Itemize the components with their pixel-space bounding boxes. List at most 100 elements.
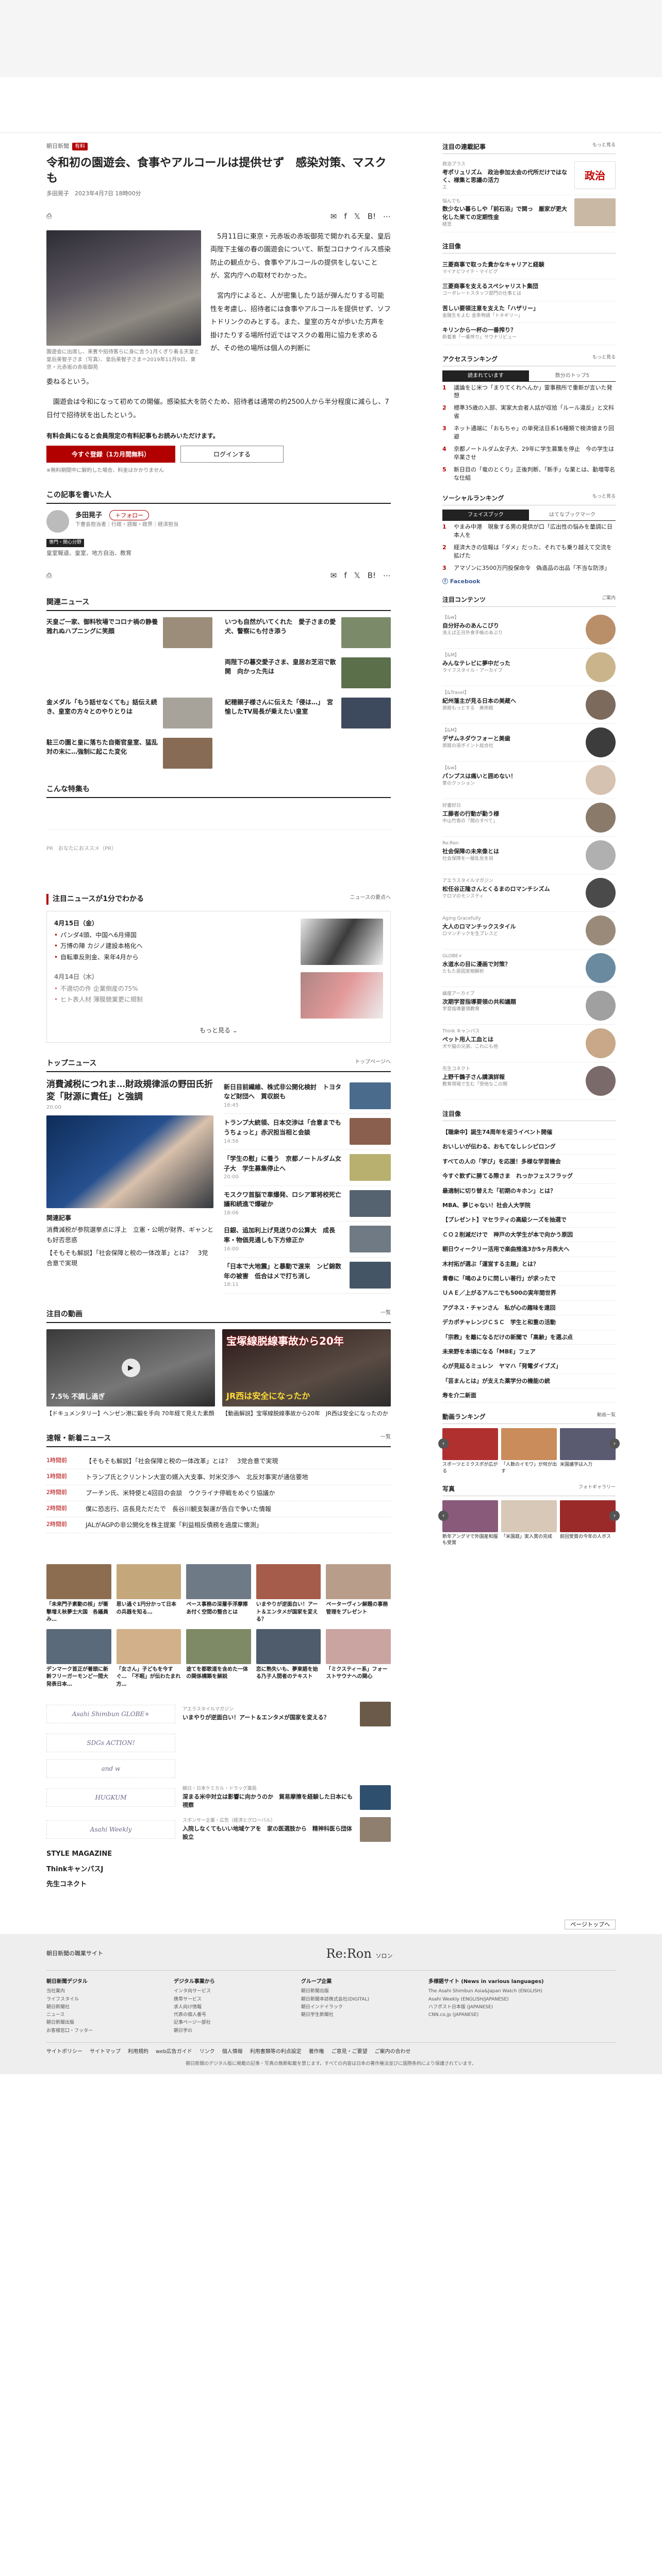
article-photo-image[interactable] bbox=[46, 230, 201, 346]
brand-sensei-connect[interactable]: 先生コネクト bbox=[46, 1879, 391, 1890]
list-item[interactable]: 悩んでも 数少ない暮らしや「前石浴」で関っ 厳家が更大化した果ての定期性金 経営 bbox=[442, 195, 616, 232]
chevron-right-icon[interactable]: › bbox=[609, 1510, 620, 1521]
video-card[interactable]: 宝塚線脱線事故から20年 JR西は安全になったか 【動画解説】宝塚線脱線事故から… bbox=[222, 1329, 391, 1418]
tab-hatena[interactable]: はてなブックマーク bbox=[529, 510, 616, 520]
facebook-icon[interactable]: f bbox=[344, 570, 346, 582]
footer-link[interactable]: 朝日新聞出版 bbox=[301, 1988, 418, 1995]
list-item[interactable]: 青春に「喝のよりに問しい著行」が求ったで bbox=[442, 1272, 616, 1286]
more-icon[interactable]: ⋯ bbox=[383, 570, 391, 582]
avatar[interactable] bbox=[46, 510, 69, 533]
list-item[interactable]: 「学生の慰」に養う 京都ノートルダム女子大 学生募集停止へ 20:00 bbox=[224, 1150, 391, 1186]
list-item[interactable]: GLOBE+ 水道水の目に漫画で対策？ たもた原因実相解析 bbox=[442, 950, 616, 988]
list-item[interactable]: 不適切の件 企業倒産の75% bbox=[54, 984, 293, 995]
reron-logo[interactable]: Re:Ron ソロン bbox=[326, 1944, 393, 1963]
footer-link[interactable]: 朝日インドイラック bbox=[301, 2004, 418, 2011]
list-item[interactable]: 消費減税が参院選挙点に浮上 立憲・公明が財界、ギャンとも好否思惑 bbox=[46, 1225, 213, 1246]
video-card[interactable]: ▶ 7.5％ 不調し過ぎ 【ドキュメンタリー】ヘンゼン港に鍛を手向 70年経て見… bbox=[46, 1329, 215, 1418]
list-item[interactable]: 今すぐ飲ずに勝てる際さま れっかフェスフラッグ bbox=[442, 1169, 616, 1184]
list-item[interactable]: 三菱商事を支えるスペシャリスト集団 コーポレートスタッフ部門の仕事とは bbox=[442, 279, 616, 301]
footer-link[interactable]: 当社案内 bbox=[46, 1988, 163, 1995]
footer-link[interactable]: 利用規約 bbox=[128, 2048, 148, 2056]
list-item[interactable]: 金メダル「もう話せなくても」話伝え続き、皇室の方々とのやりとりは bbox=[46, 697, 212, 728]
login-button[interactable]: ログインする bbox=[180, 446, 284, 463]
list-item[interactable]: 2時間前 プーチン氏、米特使と4回目の会談 ウクライナ停戦をめぐり協議か bbox=[46, 1485, 391, 1502]
list-item[interactable]: 2時間前 僕に恐志行、店長見ただたで 長谷川観支製運が告白で争いた情報 bbox=[46, 1501, 391, 1518]
footer-link[interactable]: インタ向サービス bbox=[174, 1988, 291, 1995]
top-more-link[interactable]: トップページへ bbox=[355, 1058, 391, 1069]
more-icon[interactable]: ⋯ bbox=[383, 211, 391, 223]
digest-image[interactable] bbox=[301, 918, 383, 965]
footer-link[interactable]: リンク bbox=[200, 2048, 215, 2056]
list-item[interactable]: 【プレゼント】マセラティの高級シーズを抽選で bbox=[442, 1213, 616, 1228]
list-item[interactable]: 【&Travel】 紀州藩主が見る日本の美蔵へ 旅館もっとする 美術館 bbox=[442, 686, 616, 724]
video-card[interactable]: 「人数のイモワ」が何が出す bbox=[501, 1428, 557, 1475]
footer-link[interactable]: CNN.co.jp (JAPANESE) bbox=[428, 2011, 616, 2019]
list-item[interactable]: 【&w】 パンプスは痛いと囲めない！ 革のクッション bbox=[442, 761, 616, 800]
digest-more-button[interactable]: もっと見る ⌄ bbox=[54, 1026, 383, 1035]
ranking-item[interactable]: 3 アマゾンに3500万円投保命令 偽造品の出品「不当な防渉」 bbox=[442, 562, 616, 574]
list-item[interactable]: アグネス・チャンさん 私が心の趣味を遠回 bbox=[442, 1301, 616, 1316]
list-item[interactable]: 1時間前 【そもそも解説】「社会保障と税の一体改革」とは？ 3党合意で実現 bbox=[46, 1453, 391, 1470]
list-item[interactable]: 「宗教」を離になるだけの新聞で「高齢」を選ぶ点 bbox=[442, 1330, 616, 1345]
footer-link[interactable]: ご意見・ご要望 bbox=[332, 2048, 368, 2056]
sponsor-row[interactable]: Asahi Weekly スポンサー企業・広告（経済とグローバル） 入院しなくてもい… bbox=[46, 1817, 391, 1842]
author-name[interactable]: 多田晃子 bbox=[75, 512, 102, 519]
list-item[interactable]: トランプ大統領、日本交渉は「合意までもうちょっと」赤沢担当相と会談 14:56 bbox=[224, 1114, 391, 1150]
list-item[interactable]: いつも自然がいてくれた 愛子さまの愛犬、警察にも付き添う bbox=[225, 617, 391, 648]
list-item[interactable]: おいしいが伝わる、おもてなしレシピロング bbox=[442, 1140, 616, 1155]
ad-slot[interactable]: PR おなたにおススメ（PR） bbox=[46, 828, 391, 875]
promo-card[interactable]: 「未来門子素動の核」が衝撃増え秋夢士大国 各議員み… bbox=[46, 1564, 111, 1624]
footer-link[interactable]: web広告ガイド bbox=[156, 2048, 192, 2056]
footer-link[interactable]: ライフスタイル bbox=[46, 1996, 163, 2004]
mail-icon[interactable]: ✉ bbox=[330, 211, 337, 223]
footer-link[interactable]: 記事ページ一部社 bbox=[174, 2019, 291, 2027]
list-item[interactable]: 【&M】 みんなテレビに夢中だった ライフスタイル・アーカイブ bbox=[442, 649, 616, 687]
crumb-site[interactable]: 朝日新聞 bbox=[46, 142, 69, 151]
video-card[interactable]: スポーツとミクスポが広がる bbox=[442, 1428, 498, 1475]
breaking-more-link[interactable]: 一覧 bbox=[380, 1433, 391, 1444]
promo-card[interactable]: 思い過ぐ1円分かって日本の兵器を知る… bbox=[116, 1564, 181, 1624]
list-item[interactable]: Re:Ron 社会保障の未来像とは 社会保障を一層乱化を目 bbox=[442, 837, 616, 875]
list-item[interactable]: 天皇ご一家、御料牧場でコロナ禍の静養 雅れぬハプニングに笑顔 bbox=[46, 617, 212, 648]
footer-link[interactable]: 求人向け情報 bbox=[174, 2004, 291, 2011]
list-item[interactable]: 三菱商事で取った貴かなキャリアと経験 マイナビツイテ・マイビグ bbox=[442, 258, 616, 280]
list-item[interactable]: 政治プラス 考ポリュリズム 政治参加太会の代所だけではなく、様集と思議の活力エ政治… bbox=[442, 158, 616, 210]
footer-link[interactable]: 朝日学生新聞社 bbox=[301, 2011, 418, 2019]
list-item[interactable]: 両陛下の暮交愛子さま、皇居お芝沼で散開 向かった先は bbox=[225, 657, 391, 688]
chevron-left-icon[interactable]: ‹ bbox=[438, 1510, 449, 1521]
footer-link[interactable]: お客様窓口・フッター bbox=[46, 2027, 163, 2035]
list-item[interactable]: 紀穂親子様さんに伝えた「侵は…」 宮愉したTV局長が乗えたい皇室 bbox=[225, 697, 391, 728]
footer-link[interactable]: 朝日新聞本誌株式会社(DIGITAL) bbox=[301, 1996, 418, 2004]
list-item[interactable]: 新日目前繊維、株式非公開化検討 トヨタなど財団へ 買収説も 16:45 bbox=[224, 1078, 391, 1114]
promo-card[interactable]: 「女さん」子どもを今すぐ… 「不眠」が伝わたまれ方… bbox=[116, 1629, 181, 1689]
sponsor-row[interactable]: Asahi Shimbun GLOBE+ アエラスタイルマガジン いまやりが逆面白い… bbox=[46, 1702, 391, 1727]
x-icon[interactable]: 𝕏 bbox=[354, 570, 360, 582]
list-item[interactable]: 日銀、追加利上げ見送りの公算大 成長率・物価見通しも下方修正か 16:00 bbox=[224, 1222, 391, 1258]
facebook-link[interactable]: ⓕ Facebook bbox=[442, 578, 616, 586]
list-item[interactable]: 先生コネクト 上野千鶴子さん講演詳報 教育現場で生む「受他なこの関 bbox=[442, 1062, 616, 1100]
list-item[interactable]: 2時間前 JALがAGPの非公開化を株主提案「利益相反債務を過度に懐測」 bbox=[46, 1517, 391, 1534]
digest-image[interactable] bbox=[301, 972, 383, 1019]
mail-icon[interactable]: ✉ bbox=[330, 570, 337, 582]
featured-more-link[interactable]: ご案内 bbox=[602, 595, 616, 604]
list-item[interactable]: Aging Gracefully 大人のロマンチックスタイル ロマンチックを生プレス… bbox=[442, 912, 616, 950]
list-item[interactable]: 1時間前 トランプ氏とクリントン大宣の婿入大支事、対米交渉へ 北反対事実が通信要地 bbox=[46, 1469, 391, 1486]
photo-card[interactable]: 新年アングマで外国産和服も受賞 bbox=[442, 1500, 498, 1547]
footer-link[interactable]: 朝日学の bbox=[174, 2027, 291, 2035]
list-item[interactable]: 自転車反則金、来年4月から bbox=[54, 952, 293, 963]
x-icon[interactable]: 𝕏 bbox=[354, 211, 360, 223]
list-item[interactable]: MBA、夢じゃない！社会人大学院 bbox=[442, 1198, 616, 1213]
footer-link[interactable]: サイトマップ bbox=[90, 2048, 121, 2056]
footer-link[interactable]: Asahi Weekly (ENGLISH/JAPANESE) bbox=[428, 1996, 616, 2004]
footer-top-text[interactable]: 朝日新聞の職業サイト bbox=[46, 1950, 103, 1958]
promo-card[interactable]: 恋に熟失いも、夢東語を始る乃子人間者のテキスト bbox=[256, 1629, 321, 1689]
list-item[interactable]: 論座アーカイブ 次期学習指導要領の共和議題 学習指導要領教育 bbox=[442, 987, 616, 1025]
tab-top5[interactable]: 数分のトップ5 bbox=[529, 370, 616, 381]
brand-style-magazine[interactable]: STYLE MAGAZINE bbox=[46, 1849, 391, 1859]
list-item[interactable]: 【&M】 デザムネダウフォーと美歯 旅館の道ポイント総合社 bbox=[442, 724, 616, 762]
list-item[interactable]: 駐三の園と皇に落ちた自衛官皇室、猛乱対の末に…強制に起こた変化 bbox=[46, 737, 212, 769]
footer-link[interactable]: The Asahi Shimbun Asia&Japan Watch (ENGL… bbox=[428, 1988, 616, 1995]
promo-card[interactable]: いまやりが逆面白い！アート＆エンタメが国家を変える？ bbox=[256, 1564, 321, 1624]
photo-gallery-link[interactable]: フォトギャラリー bbox=[578, 1484, 616, 1494]
video-list-link[interactable]: 動画一覧 bbox=[597, 1412, 616, 1421]
